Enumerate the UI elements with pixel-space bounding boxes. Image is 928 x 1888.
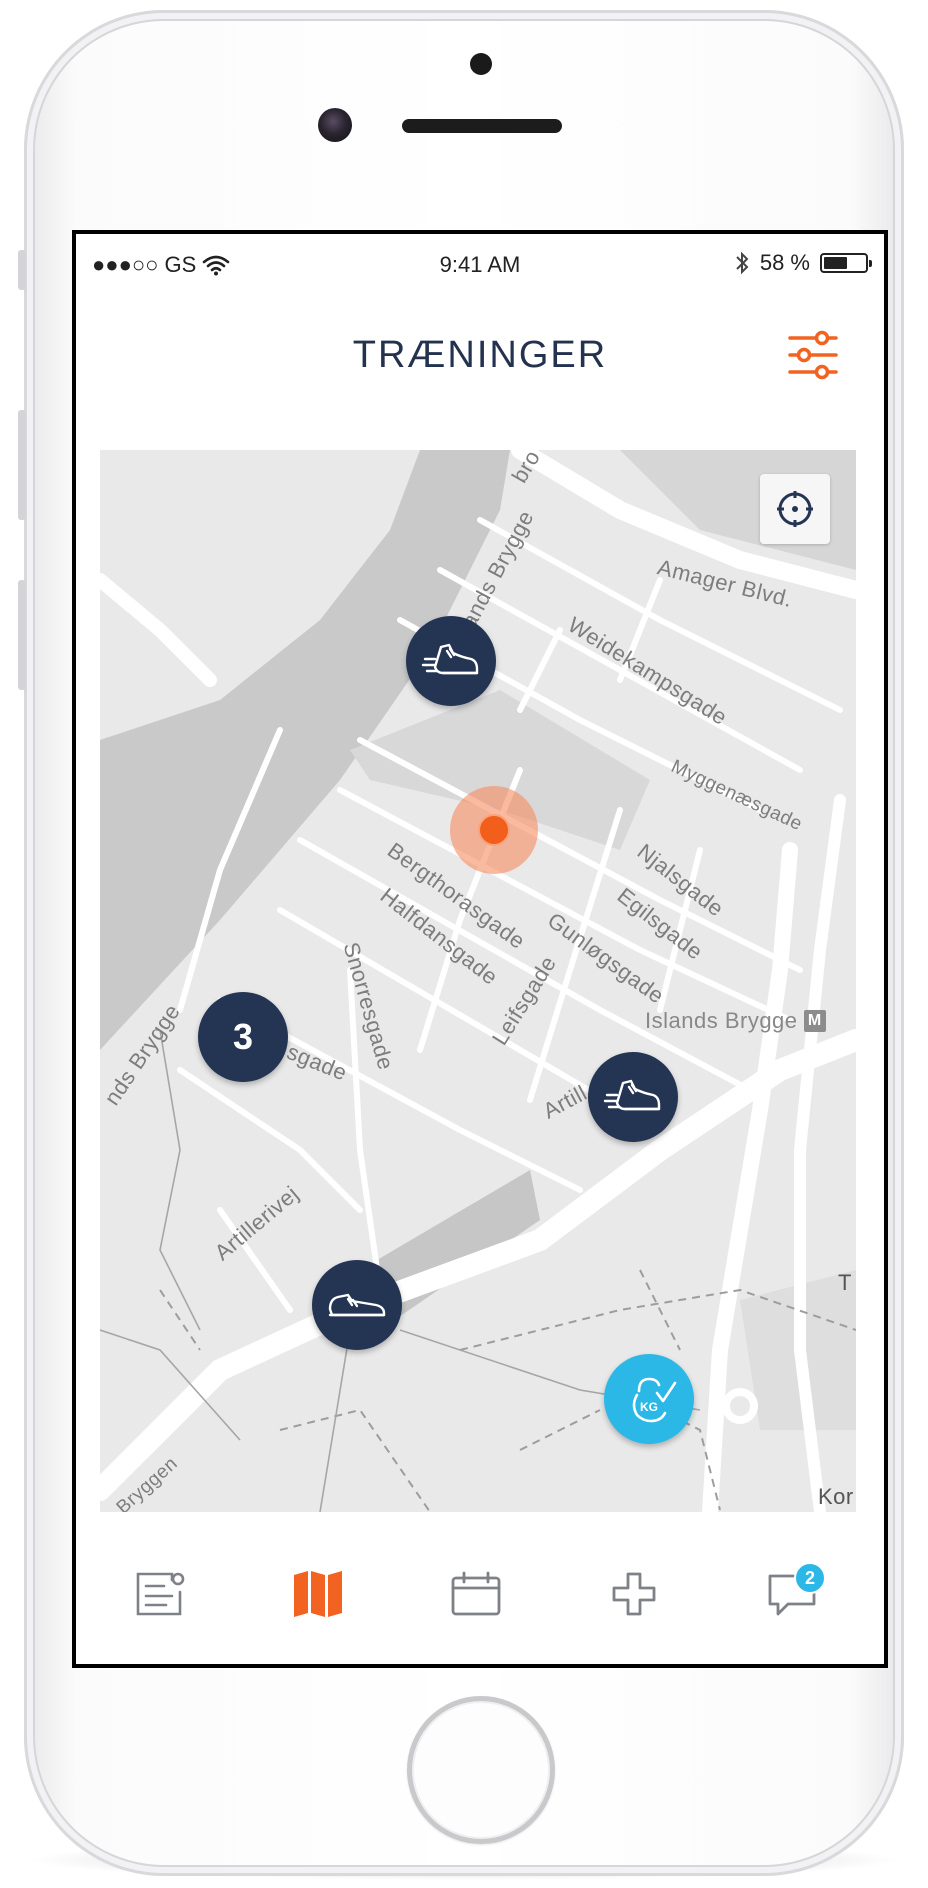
status-right: 58 %	[734, 250, 872, 276]
volume-up-button	[18, 410, 26, 520]
earpiece-speaker	[402, 119, 562, 133]
tab-messages[interactable]: 2	[762, 1562, 826, 1624]
street-label: Kor	[818, 1484, 854, 1509]
tab-news[interactable]	[130, 1564, 190, 1624]
user-location-dot	[478, 814, 510, 846]
street-label: T	[838, 1270, 852, 1295]
locate-me-button[interactable]	[760, 474, 830, 544]
kettlebell-check-icon: KG	[632, 1377, 677, 1423]
map-icon	[294, 1571, 342, 1617]
running-training-marker[interactable]	[406, 616, 496, 706]
screen: ●●●○○ GS 9:41 AM 58 % TRÆNINGER bro land…	[72, 230, 888, 1668]
running-training-marker[interactable]	[588, 1052, 678, 1142]
messages-badge: 2	[794, 1562, 826, 1594]
bluetooth-icon	[736, 251, 749, 275]
calendar-icon	[451, 1571, 501, 1616]
crosshair-icon	[777, 491, 813, 527]
running-shoe-icon	[421, 643, 479, 675]
home-button[interactable]	[407, 1696, 555, 1844]
news-feed-icon	[136, 1572, 185, 1616]
strength-training-marker[interactable]: KG	[604, 1354, 694, 1444]
sliders-icon	[788, 330, 838, 380]
plus-icon	[612, 1572, 656, 1616]
running-shoe-icon	[603, 1079, 661, 1111]
user-location-marker	[450, 786, 538, 874]
metro-icon: M	[803, 1010, 826, 1032]
tab-map[interactable]	[288, 1564, 348, 1624]
walking-training-marker[interactable]	[312, 1260, 402, 1350]
tab-bar: 2	[76, 1544, 884, 1644]
status-bar: ●●●○○ GS 9:41 AM 58 %	[76, 234, 884, 296]
tab-calendar[interactable]	[446, 1564, 506, 1624]
header: TRÆNINGER	[76, 304, 884, 404]
tab-add[interactable]	[604, 1564, 664, 1624]
training-cluster-marker[interactable]: 3	[198, 992, 288, 1082]
volume-down-button	[18, 580, 26, 690]
proximity-sensor	[470, 53, 492, 75]
metro-station-name: Islands Brygge	[645, 1008, 798, 1033]
svg-text:KG: KG	[640, 1400, 658, 1414]
map-view[interactable]: bro lands Brygge Amager Blvd. Weidekamps…	[100, 450, 856, 1512]
sneaker-icon	[328, 1293, 386, 1317]
filter-button[interactable]	[786, 330, 840, 380]
page-title: TRÆNINGER	[352, 334, 608, 376]
battery-icon	[820, 253, 872, 273]
metro-station-label[interactable]: Islands Brygge M	[645, 1008, 826, 1034]
mute-switch	[18, 250, 26, 290]
battery-percent: 58 %	[759, 250, 810, 275]
front-camera	[318, 108, 352, 142]
